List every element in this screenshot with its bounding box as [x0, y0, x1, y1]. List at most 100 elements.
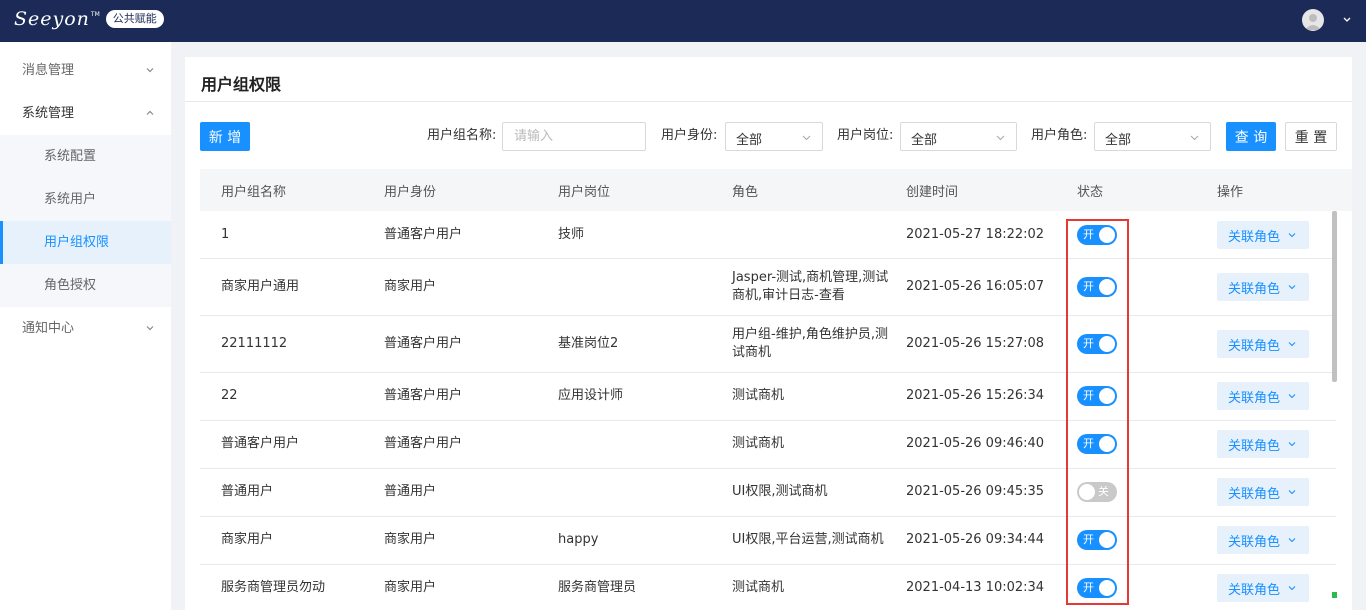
cell-created-time: 2021-05-26 15:27:08: [906, 336, 1045, 351]
column-header-actions: 操作: [1217, 185, 1244, 200]
table-row: 普通客户用户 普通客户用户 测试商机 2021-05-26 09:46:40 开…: [200, 421, 1336, 469]
table-row: 普通用户 普通用户 UI权限,测试商机 2021-05-26 09:45:35 …: [200, 469, 1336, 517]
top-bar: Seeyon TM 公共赋能: [0, 0, 1366, 42]
sidebar-item-label: 角色授权: [44, 278, 97, 293]
column-header-role: 角色: [732, 185, 759, 200]
table-header: 用户组名称 用户身份 用户岗位 角色 创建时间 状态 操作: [200, 169, 1352, 211]
role-select-value: 全部: [1105, 133, 1132, 148]
cell-post: 基准岗位2: [558, 336, 619, 351]
table-row: 商家用户 商家用户 happy UI权限,平台运营,测试商机 2021-05-2…: [200, 517, 1336, 565]
chevron-down-icon: [1288, 394, 1296, 399]
sidebar-item-messages[interactable]: 消息管理: [0, 49, 171, 92]
associate-role-button[interactable]: 关联角色: [1217, 221, 1309, 249]
cell-role: 测试商机: [732, 388, 785, 403]
query-button[interactable]: 查 询: [1226, 122, 1276, 151]
sidebar-item-label: 系统管理: [22, 106, 75, 121]
cell-group-name: 服务商管理员勿动: [221, 580, 326, 595]
chevron-down-icon: [1288, 285, 1296, 290]
chevron-down-icon: [1190, 135, 1199, 141]
role-label: 用户角色:: [1031, 128, 1088, 143]
table-row: 1 普通客户用户 技师 2021-05-27 18:22:02 开 关联角色: [200, 211, 1336, 259]
cell-identity: 商家用户: [384, 580, 437, 595]
group-name-input[interactable]: [502, 122, 646, 151]
logo-trademark: TM: [90, 10, 100, 18]
table-row: 22 普通客户用户 应用设计师 测试商机 2021-05-26 15:26:34…: [200, 373, 1336, 421]
title-divider: [185, 101, 1352, 102]
sidebar-item-label: 用户组权限: [44, 235, 110, 250]
cell-created-time: 2021-05-26 16:05:07: [906, 279, 1045, 294]
column-header-status: 状态: [1077, 185, 1104, 200]
identity-select[interactable]: 全部: [725, 122, 823, 151]
chevron-down-icon: [1288, 342, 1296, 347]
chevron-down-icon: [146, 326, 154, 331]
cell-role: UI权限,平台运营,测试商机: [732, 532, 884, 547]
cell-post: 技师: [558, 227, 585, 242]
associate-role-button[interactable]: 关联角色: [1217, 382, 1309, 410]
cell-role-line-2: 商机,审计日志-查看: [732, 288, 845, 303]
column-header-created-time: 创建时间: [906, 185, 959, 200]
status-indicator: [1332, 592, 1337, 598]
associate-role-button[interactable]: 关联角色: [1217, 574, 1309, 602]
cell-group-name: 22111112: [221, 336, 288, 351]
sidebar-item-system-config[interactable]: 系统配置: [0, 135, 171, 178]
cell-created-time: 2021-05-26 09:34:44: [906, 532, 1045, 547]
cell-identity: 普通客户用户: [384, 388, 463, 403]
product-badge: 公共赋能: [105, 10, 164, 28]
table-scrollbar[interactable]: [1332, 211, 1337, 382]
chevron-down-icon: [1288, 233, 1296, 238]
associate-role-button[interactable]: 关联角色: [1217, 526, 1309, 554]
brand-logo[interactable]: Seeyon TM 公共赋能: [14, 8, 164, 30]
main-panel: 用户组权限 新 增 用户组名称: 用户身份: 全部 用户岗位: 全部 用户角色:…: [185, 57, 1352, 610]
logo-text: Seeyon: [14, 8, 90, 30]
sidebar-item-label: 通知中心: [22, 321, 75, 336]
column-header-post: 用户岗位: [558, 185, 611, 200]
identity-select-value: 全部: [736, 133, 763, 148]
chevron-down-icon: [146, 68, 154, 73]
sidebar-item-label: 系统配置: [44, 149, 97, 164]
associate-role-button[interactable]: 关联角色: [1217, 430, 1309, 458]
associate-role-button[interactable]: 关联角色: [1217, 330, 1309, 358]
sidebar-item-system-users[interactable]: 系统用户: [0, 178, 171, 221]
cell-group-name: 商家用户通用: [221, 279, 300, 294]
associate-role-label: 关联角色: [1228, 391, 1281, 406]
cell-created-time: 2021-05-27 18:22:02: [906, 227, 1045, 242]
chevron-down-icon: [1288, 442, 1296, 447]
associate-role-button[interactable]: 关联角色: [1217, 273, 1309, 301]
add-button[interactable]: 新 增: [200, 122, 250, 151]
user-avatar[interactable]: [1302, 9, 1324, 31]
cell-group-name: 1: [221, 227, 230, 242]
post-select-value: 全部: [911, 133, 938, 148]
chevron-down-icon: [996, 135, 1005, 141]
post-select[interactable]: 全部: [900, 122, 1017, 151]
cell-role: UI权限,测试商机: [732, 484, 828, 499]
sidebar-item-role-authorization[interactable]: 角色授权: [0, 264, 171, 307]
column-header-identity: 用户身份: [384, 185, 437, 200]
user-icon: [1305, 14, 1321, 30]
cell-group-name: 商家用户: [221, 532, 274, 547]
sidebar-item-notifications[interactable]: 通知中心: [0, 307, 171, 350]
column-header-group-name: 用户组名称: [221, 185, 287, 200]
status-column-highlight: [1066, 219, 1129, 605]
reset-button[interactable]: 重 置: [1285, 122, 1337, 151]
cell-post: 服务商管理员: [558, 580, 637, 595]
sidebar-item-system[interactable]: 系统管理: [0, 92, 171, 135]
associate-role-label: 关联角色: [1228, 439, 1281, 454]
role-select[interactable]: 全部: [1094, 122, 1211, 151]
cell-post: 应用设计师: [558, 388, 624, 403]
cell-identity: 商家用户: [384, 279, 437, 294]
associate-role-button[interactable]: 关联角色: [1217, 478, 1309, 506]
cell-identity: 普通客户用户: [384, 336, 463, 351]
table-row: 商家用户通用 商家用户 Jasper-测试,商机管理,测试 商机,审计日志-查看…: [200, 259, 1336, 316]
sidebar-item-label: 系统用户: [44, 192, 97, 207]
sidebar: 消息管理 系统管理 系统配置 系统用户 用户组权限 角色授权 通知中心: [0, 42, 171, 610]
sidebar-item-label: 消息管理: [22, 63, 75, 78]
chevron-down-icon: [1288, 490, 1296, 495]
cell-role-line-1: Jasper-测试,商机管理,测试: [732, 270, 889, 285]
chevron-down-icon[interactable]: [1340, 13, 1354, 27]
sidebar-item-group-permissions[interactable]: 用户组权限: [0, 221, 171, 264]
group-name-label: 用户组名称:: [427, 128, 497, 143]
cell-group-name: 普通用户: [221, 484, 274, 499]
cell-group-name: 22: [221, 388, 238, 403]
post-label: 用户岗位:: [837, 128, 894, 143]
associate-role-label: 关联角色: [1228, 535, 1281, 550]
